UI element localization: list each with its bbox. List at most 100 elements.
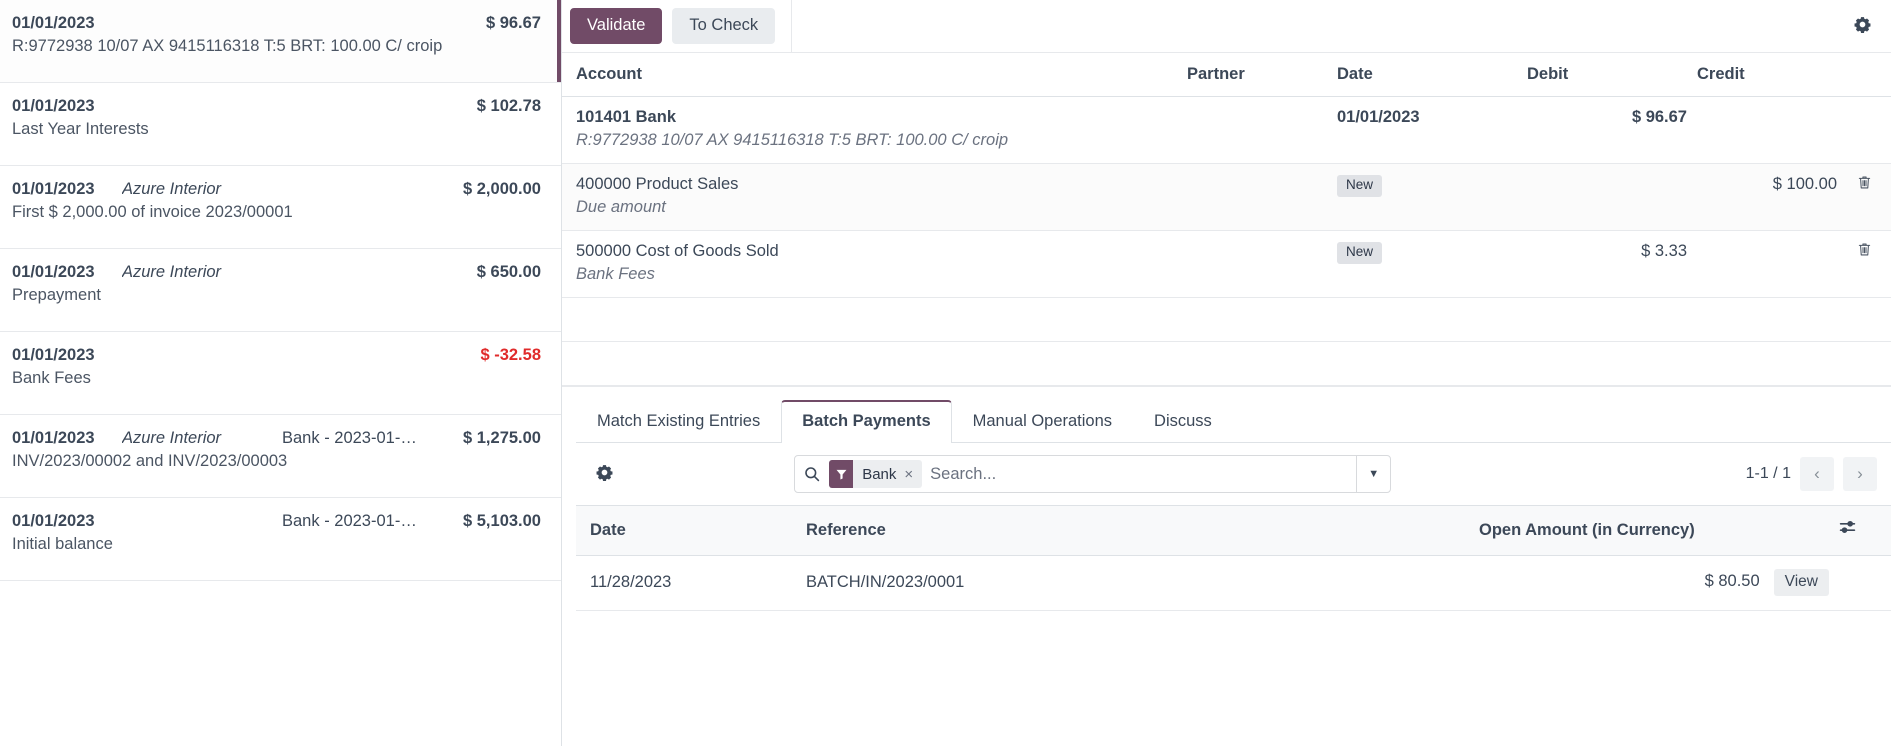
journal-items-table-wrapper: Account Partner Date Debit Credit 101401… — [562, 53, 1891, 386]
statement-line-date: 01/01/2023 — [12, 346, 95, 364]
journal-cell-partner[interactable] — [1187, 163, 1337, 231]
statement-line-primary: 01/01/2023 Azure Interior Bank - 2023-01-0… — [12, 429, 541, 448]
statement-line-label: Bank Fees — [12, 369, 91, 387]
journal-cell-account[interactable]: 101401 Bank R:9772938 10/07 AX 9415116318… — [562, 96, 1187, 164]
statement-line-label: First $ 2,000.00 of invoice 2023/00001 — [12, 203, 293, 221]
statement-line-partner: Azure Interior — [122, 429, 222, 447]
batch-cell-open-amount[interactable]: $ 80.50 View — [1479, 555, 1839, 611]
statement-line-amount: $ -32.58 — [480, 346, 541, 364]
to-check-button[interactable]: To Check — [672, 7, 776, 45]
journal-cell-account[interactable]: 500000 Cost of Goods Sold Bank Fees — [562, 230, 1187, 298]
journal-col-credit[interactable]: Credit — [1697, 53, 1847, 97]
settings-gear-button[interactable] — [1850, 12, 1875, 40]
status-badge: New — [1337, 242, 1383, 264]
journal-cell-credit[interactable] — [1697, 96, 1847, 164]
journal-item-row[interactable]: 400000 Product Sales Due amount New $ 100.0… — [562, 163, 1891, 231]
statement-lines-panel: 01/01/2023 $ 96.67 R:9772938 10/07 AX 9415… — [0, 0, 562, 746]
pager: 1-1 / 1 ‹ › — [1746, 457, 1877, 491]
statement-line-date: 01/01/2023 — [12, 180, 95, 198]
statement-line-row[interactable]: 01/01/2023 Azure Interior $ 2,000.00 First … — [0, 166, 561, 249]
statement-line-amount: $ 1,275.00 — [463, 429, 541, 447]
batch-header-row: Date Reference Open Amount (in Currency) — [576, 505, 1891, 556]
statement-line-row[interactable]: 01/01/2023 $ 102.78 Last Year Interests — [0, 83, 561, 166]
journal-cell-partner[interactable] — [1187, 230, 1337, 298]
search-dropdown-toggle[interactable]: ▼ — [1356, 456, 1390, 492]
journal-empty-row — [562, 341, 1891, 386]
journal-cell-date[interactable]: New — [1337, 230, 1527, 298]
search-facet-remove-icon[interactable]: × — [904, 460, 922, 488]
statement-line-primary: 01/01/2023 $ -32.58 — [12, 346, 541, 365]
journal-item-row[interactable]: 500000 Cost of Goods Sold Bank Fees New $ 3… — [562, 230, 1891, 298]
journal-cell-credit[interactable] — [1697, 230, 1847, 298]
journal-item-row[interactable]: 101401 Bank R:9772938 10/07 AX 9415116318… — [562, 96, 1891, 164]
tab-match-existing-entries[interactable]: Match Existing Entries — [576, 400, 781, 443]
journal-cell-account[interactable]: 400000 Product Sales Due amount — [562, 163, 1187, 231]
tab-discuss[interactable]: Discuss — [1133, 400, 1233, 443]
statement-line-amount: $ 2,000.00 — [463, 180, 541, 198]
filter-icon — [829, 460, 854, 488]
batch-cell-date[interactable]: 11/28/2023 — [576, 555, 806, 611]
statement-line-row[interactable]: 01/01/2023 Azure Interior Bank - 2023-01-0… — [0, 415, 561, 498]
statement-line-label: Last Year Interests — [12, 120, 149, 138]
batch-cell-options — [1839, 555, 1891, 611]
journal-col-partner[interactable]: Partner — [1187, 53, 1337, 97]
status-badge: New — [1337, 175, 1383, 197]
journal-empty-row — [562, 297, 1891, 342]
statement-line-date: 01/01/2023 — [12, 97, 95, 115]
statement-line-primary: 01/01/2023 $ 96.67 — [12, 14, 541, 33]
journal-cell-date[interactable]: New — [1337, 163, 1527, 231]
view-batch-button[interactable]: View — [1773, 569, 1829, 596]
journal-cell-date[interactable]: 01/01/2023 — [1337, 96, 1527, 164]
list-settings-gear-button[interactable] — [592, 460, 617, 488]
journal-cell-actions — [1847, 230, 1891, 298]
journal-cell-debit[interactable]: $ 96.67 — [1527, 96, 1697, 164]
batch-col-date[interactable]: Date — [576, 505, 806, 556]
statement-line-row[interactable]: 01/01/2023 Bank - 2023-01-0… $ 5,103.00 Ini… — [0, 498, 561, 581]
search-bar[interactable]: Bank × ▼ — [794, 455, 1392, 493]
statement-line-amount: $ 5,103.00 — [463, 512, 541, 530]
statement-line-label: Prepayment — [12, 286, 101, 304]
pager-previous-button[interactable]: ‹ — [1799, 457, 1834, 491]
chevron-down-icon: ▼ — [1368, 468, 1380, 480]
search-facet-bank[interactable]: Bank × — [829, 460, 923, 488]
batch-col-open-amount[interactable]: Open Amount (in Currency) — [1479, 505, 1839, 556]
pager-next-button[interactable]: › — [1842, 457, 1877, 491]
batch-payment-row[interactable]: 11/28/2023 BATCH/IN/2023/0001 $ 80.50 View — [576, 555, 1891, 611]
journal-cell-debit[interactable] — [1527, 163, 1697, 231]
journal-col-debit[interactable]: Debit — [1527, 53, 1697, 97]
delete-line-button[interactable] — [1857, 242, 1872, 260]
statement-line-reference: Bank - 2023-01-0… — [282, 512, 422, 530]
statement-line-row[interactable]: 01/01/2023 $ -32.58 Bank Fees — [0, 332, 561, 415]
journal-account-name: 500000 Cost of Goods Sold — [576, 242, 779, 260]
journal-cell-credit[interactable]: $ 100.00 — [1697, 163, 1847, 231]
statement-line-date: 01/01/2023 — [12, 512, 95, 530]
delete-line-button[interactable] — [1857, 175, 1872, 193]
tab-batch-payments[interactable]: Batch Payments — [781, 400, 952, 444]
statement-line-row[interactable]: 01/01/2023 Azure Interior $ 650.00 Prepayme… — [0, 249, 561, 332]
trash-icon — [1857, 175, 1872, 193]
validate-button[interactable]: Validate — [570, 7, 663, 45]
list-control-bar: Bank × ▼ 1-1 / 1 ‹ › — [576, 443, 1891, 505]
journal-col-date[interactable]: Date — [1337, 53, 1527, 97]
batch-payments-table: Date Reference Open Amount (in Currency) — [576, 505, 1891, 611]
statement-line-label: Initial balance — [12, 535, 113, 553]
gear-icon — [596, 464, 613, 484]
journal-account-name: 400000 Product Sales — [576, 175, 739, 193]
journal-cell-debit[interactable]: $ 3.33 — [1527, 230, 1697, 298]
statement-line-row[interactable]: 01/01/2023 $ 96.67 R:9772938 10/07 AX 9415… — [0, 0, 561, 83]
journal-items-table: Account Partner Date Debit Credit 101401… — [562, 53, 1891, 386]
journal-cell-partner[interactable] — [1187, 96, 1337, 164]
batch-open-amount-value: $ 80.50 — [1704, 572, 1760, 590]
column-options-button[interactable] — [1839, 519, 1856, 539]
tab-manual-operations[interactable]: Manual Operations — [952, 400, 1133, 443]
search-facet-label: Bank — [862, 465, 897, 483]
gear-icon — [1854, 16, 1871, 36]
journal-cell-actions — [1847, 96, 1891, 164]
statement-line-partner: Azure Interior — [122, 180, 222, 198]
statement-line-date: 01/01/2023 — [12, 14, 95, 32]
batch-cell-reference[interactable]: BATCH/IN/2023/0001 — [806, 555, 1479, 611]
search-input[interactable] — [922, 456, 1357, 492]
reconciliation-detail-panel: Validate To Check Account Partner Date D… — [562, 0, 1891, 746]
journal-col-account[interactable]: Account — [562, 53, 1187, 97]
batch-col-reference[interactable]: Reference — [806, 505, 1479, 556]
